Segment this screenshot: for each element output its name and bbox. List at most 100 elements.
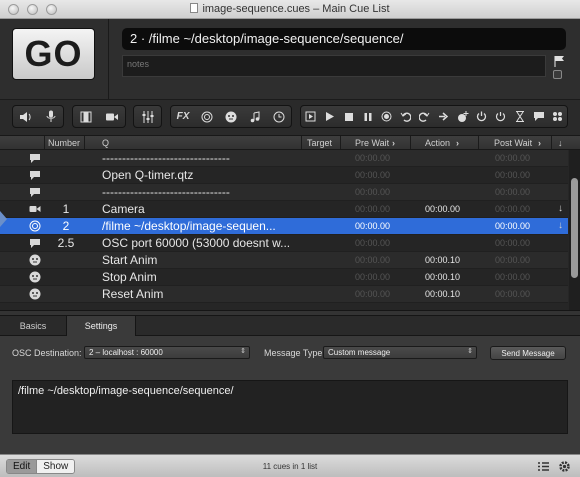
redo-icon[interactable] — [415, 106, 434, 127]
start-icon[interactable] — [301, 106, 320, 127]
speaker-icon[interactable] — [13, 106, 38, 127]
cue-name[interactable]: Reset Anim — [102, 287, 298, 301]
cue-post-wait[interactable]: 00:00.00 — [495, 187, 530, 197]
target-icon[interactable] — [195, 106, 219, 127]
audio-group — [12, 105, 64, 128]
cue-post-wait[interactable]: 00:00.00 — [495, 238, 530, 248]
column-number[interactable]: Number — [48, 138, 80, 148]
cue-name[interactable]: OSC port 60000 (53000 doesnt w... — [102, 236, 298, 250]
cue-action[interactable]: 00:00.10 — [425, 289, 460, 299]
cue-pre-wait[interactable]: 00:00.00 — [355, 187, 390, 197]
message-type-label: Message Type: — [264, 348, 325, 358]
notes-field[interactable]: notes — [122, 55, 546, 77]
cue-post-wait[interactable]: 00:00.00 — [495, 153, 530, 163]
cue-pre-wait[interactable]: 00:00.00 — [355, 204, 390, 214]
cue-number[interactable]: 2.5 — [55, 236, 77, 250]
send-message-button[interactable]: Send Message — [490, 346, 566, 360]
cue-name[interactable]: Stop Anim — [102, 270, 298, 284]
osc-destination-select[interactable]: 2 – localhost : 60000 ⇕ — [84, 346, 250, 359]
grid-icon[interactable] — [548, 106, 567, 127]
cue-name[interactable]: /filme ~/desktop/image-sequen... — [102, 219, 298, 233]
column-pre-wait[interactable]: Pre Wait — [355, 138, 389, 148]
column-q[interactable]: Q — [102, 138, 109, 148]
auto-continue-icon[interactable]: ↓ — [558, 203, 563, 214]
divider — [108, 19, 109, 99]
film-icon[interactable] — [73, 106, 99, 127]
table-row[interactable]: 2.5 OSC port 60000 (53000 doesnt w... 00:0… — [0, 235, 568, 252]
auto-continue-icon[interactable]: ↓ — [558, 220, 563, 231]
cue-number[interactable]: 2 — [55, 219, 77, 233]
chevron-right-icon: › — [456, 138, 459, 148]
stop-icon[interactable] — [339, 106, 358, 127]
table-row[interactable]: Start Anim 00:00.00 00:00.10 00:00.00 — [0, 252, 568, 269]
pause-icon[interactable] — [358, 106, 377, 127]
tab-basics[interactable]: Basics — [0, 316, 66, 336]
cue-post-wait[interactable]: 00:00.00 — [495, 170, 530, 180]
cue-name[interactable]: -------------------------------- — [102, 185, 298, 199]
sliders-icon[interactable] — [134, 106, 161, 127]
osc-message-field[interactable]: /filme ~/desktop/image-sequence/sequence… — [12, 380, 568, 434]
table-row[interactable]: -------------------------------- 00:00.00… — [0, 150, 568, 167]
gear-icon[interactable] — [558, 460, 571, 473]
cue-name[interactable]: Open Q-timer.qtz — [102, 168, 298, 182]
table-row[interactable]: -------------------------------- 00:00.00… — [0, 184, 568, 201]
cue-name[interactable]: Start Anim — [102, 253, 298, 267]
flag-checkbox[interactable] — [553, 70, 562, 79]
network-icon[interactable] — [219, 106, 243, 127]
column-separator — [551, 136, 552, 149]
inspector-tabs: Basics Settings — [0, 316, 580, 336]
cue-action[interactable]: 00:00.10 — [425, 272, 460, 282]
cue-pre-wait[interactable]: 00:00.00 — [355, 255, 390, 265]
table-row[interactable]: 2/filme ~/desktop/image-sequen... 00:00.0… — [0, 218, 568, 235]
cue-post-wait[interactable]: 00:00.00 — [495, 255, 530, 265]
cue-pre-wait[interactable]: 00:00.00 — [355, 238, 390, 248]
video-camera-icon[interactable] — [99, 106, 125, 127]
cue-number[interactable]: 1 — [55, 202, 77, 216]
cue-pre-wait[interactable]: 00:00.00 — [355, 221, 390, 231]
column-action[interactable]: Action — [425, 138, 450, 148]
scrollbar-thumb[interactable] — [571, 178, 578, 278]
cue-post-wait[interactable]: 00:00.00 — [495, 204, 530, 214]
goto-icon[interactable] — [434, 106, 453, 127]
cue-pre-wait[interactable]: 00:00.00 — [355, 170, 390, 180]
table-row[interactable]: 1 Camera 00:00.00 00:00.00 00:00.00 ↓ — [0, 201, 568, 218]
cue-table: Number Q Target Pre Wait › Action › Post… — [0, 135, 580, 310]
record-icon[interactable] — [377, 106, 396, 127]
reset-icon[interactable] — [491, 106, 510, 127]
standby-cue-title: 2 · /filme ~/desktop/image-sequence/sequ… — [122, 28, 566, 50]
music-note-icon[interactable] — [243, 106, 267, 127]
cue-pre-wait[interactable]: 00:00.00 — [355, 289, 390, 299]
cue-pre-wait[interactable]: 00:00.00 — [355, 153, 390, 163]
flag-icon[interactable] — [553, 55, 565, 67]
microphone-icon[interactable] — [38, 106, 63, 127]
cue-action[interactable]: 00:00.10 — [425, 255, 460, 265]
table-row[interactable]: Open Q-timer.qtz 00:00.00 00:00.00 — [0, 167, 568, 184]
network-icon — [29, 271, 41, 283]
cue-post-wait[interactable]: 00:00.00 — [495, 272, 530, 282]
cue-pre-wait[interactable]: 00:00.00 — [355, 272, 390, 282]
column-target[interactable]: Target — [307, 138, 332, 148]
cue-post-wait[interactable]: 00:00.00 — [495, 289, 530, 299]
cue-action[interactable]: 00:00.00 — [425, 204, 460, 214]
table-scrollbar[interactable] — [569, 150, 580, 310]
cue-post-wait[interactable]: 00:00.00 — [495, 221, 530, 231]
cue-name[interactable]: -------------------------------- — [102, 151, 298, 165]
speech-bubble-icon[interactable] — [529, 106, 548, 127]
fx-button[interactable]: FX — [171, 106, 195, 127]
target-icon — [29, 220, 41, 232]
go-button[interactable]: GO — [12, 28, 95, 80]
list-icon[interactable] — [537, 460, 550, 473]
speech-bubble-icon — [29, 152, 41, 164]
clock-icon[interactable] — [267, 106, 291, 127]
play-icon[interactable] — [320, 106, 339, 127]
hourglass-icon[interactable] — [510, 106, 529, 127]
column-post-wait[interactable]: Post Wait — [494, 138, 532, 148]
table-row[interactable]: Reset Anim 00:00.00 00:00.10 00:00.00 — [0, 286, 568, 303]
target-plus-icon[interactable] — [453, 106, 472, 127]
power-icon[interactable] — [472, 106, 491, 127]
message-type-select[interactable]: Custom message ⇕ — [323, 346, 477, 359]
table-row[interactable]: Stop Anim 00:00.00 00:00.10 00:00.00 — [0, 269, 568, 286]
tab-settings[interactable]: Settings — [66, 316, 136, 336]
undo-icon[interactable] — [396, 106, 415, 127]
cue-name[interactable]: Camera — [102, 202, 298, 216]
